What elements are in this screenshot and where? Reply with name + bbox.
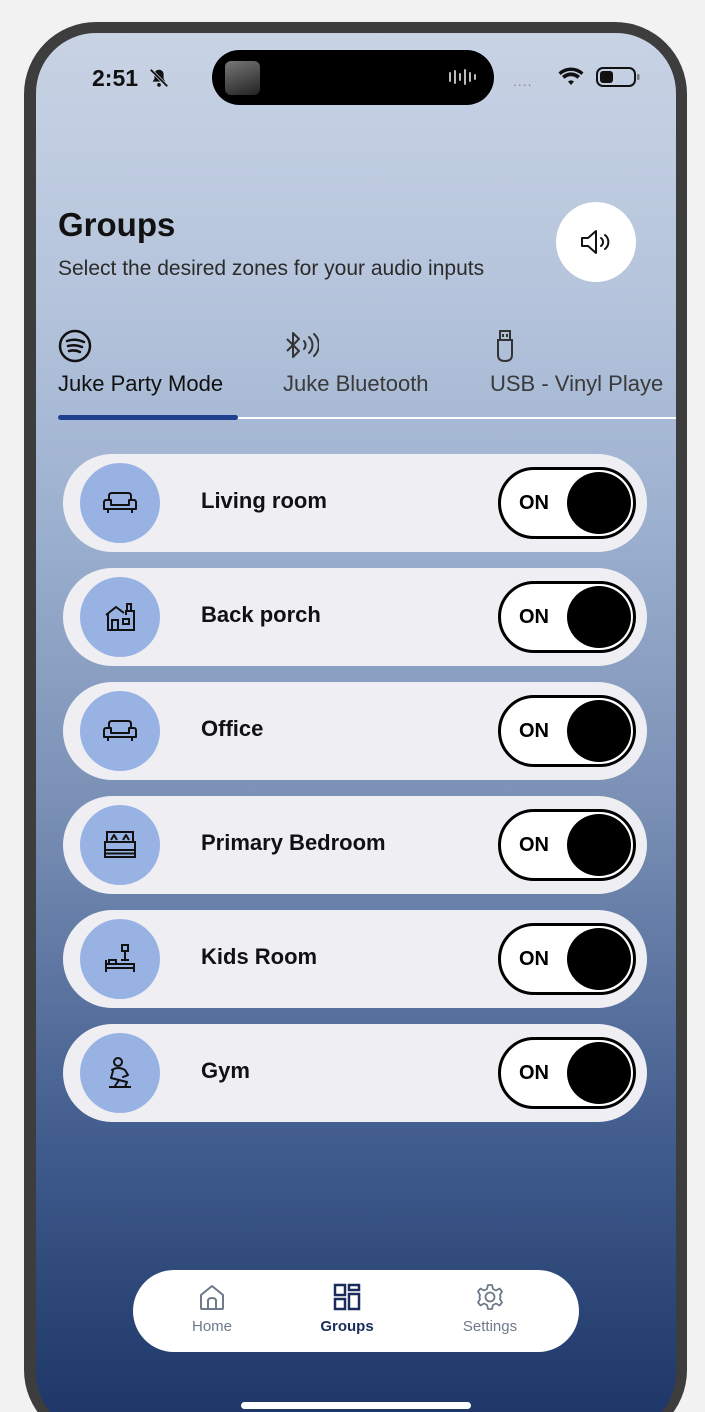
toggle-label: ON	[519, 948, 549, 970]
zone-name: Back porch	[201, 602, 321, 627]
nav-label: Settings	[462, 1318, 518, 1335]
toggle-label: ON	[519, 1062, 549, 1084]
sofa-icon	[103, 492, 137, 513]
toggle-knob	[567, 700, 631, 762]
speaker-volume-icon	[581, 230, 610, 254]
nav-groups[interactable]: Groups	[297, 1282, 397, 1344]
wifi-icon	[558, 67, 584, 85]
zone-row: Primary Bedroom ON	[63, 796, 647, 894]
zone-toggle[interactable]: ON	[498, 1037, 636, 1109]
zone-name: Gym	[201, 1058, 250, 1083]
active-tab-indicator	[58, 415, 238, 420]
settings-gear-icon	[477, 1284, 503, 1310]
page-title: Groups	[58, 206, 176, 243]
toggle-label: ON	[519, 720, 549, 742]
toggle-knob	[567, 1042, 631, 1104]
tab-usb-vinyl-player[interactable]: USB - Vinyl Playe	[490, 327, 676, 419]
zone-row: Kids Room ON	[63, 910, 647, 1008]
spotify-icon	[58, 329, 92, 363]
zone-name: Office	[201, 716, 264, 741]
bed-icon	[104, 831, 136, 858]
toggle-knob	[567, 586, 631, 648]
nav-home[interactable]: Home	[162, 1282, 262, 1344]
tab-juke-party-mode[interactable]: Juke Party Mode	[58, 327, 248, 419]
kids-bed-lamp-icon	[105, 944, 135, 972]
status-time: 2:51	[92, 65, 139, 91]
nav-label: Groups	[320, 1318, 374, 1335]
home-icon	[200, 1285, 224, 1310]
toggle-label: ON	[519, 492, 549, 514]
source-tabs: Juke Party Mode Juke Bluetooth USB - Vin…	[36, 327, 676, 420]
audio-wave-icon	[449, 69, 476, 85]
zone-toggle[interactable]: ON	[498, 467, 636, 539]
zone-row: Office ON	[63, 682, 647, 780]
battery-icon	[596, 67, 640, 87]
page-subtitle: Select the desired zones for your audio …	[58, 257, 485, 280]
groups-grid-icon	[333, 1283, 361, 1311]
nav-settings[interactable]: Settings	[440, 1282, 540, 1344]
zone-list: Living room ON Back porch ON Office ON P…	[63, 454, 647, 1138]
toggle-knob	[567, 928, 631, 990]
tab-label: USB - Vinyl Playe	[490, 371, 664, 396]
usb-icon	[497, 330, 513, 363]
bottom-nav-bar: Home Groups Settings	[133, 1270, 579, 1352]
zone-icon-badge	[80, 463, 160, 543]
zone-icon-badge	[80, 577, 160, 657]
nav-label: Home	[191, 1318, 232, 1335]
tab-label: Juke Party Mode	[58, 371, 224, 396]
signal-dots: ....	[513, 73, 533, 89]
zone-name: Kids Room	[201, 944, 318, 969]
house-porch-icon	[105, 603, 135, 631]
zone-icon-badge	[80, 919, 160, 999]
zone-name: Living room	[201, 488, 327, 513]
zone-row: Living room ON	[63, 454, 647, 552]
sofa-icon	[103, 720, 137, 741]
zone-name: Primary Bedroom	[201, 830, 386, 855]
volume-button[interactable]	[556, 202, 636, 282]
now-playing-thumbnail	[225, 61, 260, 95]
toggle-knob	[567, 814, 631, 876]
zone-toggle[interactable]: ON	[498, 581, 636, 653]
exercise-icon	[109, 1057, 131, 1088]
dynamic-island[interactable]	[212, 50, 494, 105]
zone-row: Gym ON	[63, 1024, 647, 1122]
toggle-label: ON	[519, 606, 549, 628]
zone-icon-badge	[80, 691, 160, 771]
bluetooth-audio-icon	[286, 332, 319, 358]
zone-toggle[interactable]: ON	[498, 809, 636, 881]
toggle-knob	[567, 472, 631, 534]
zone-toggle[interactable]: ON	[498, 923, 636, 995]
tab-juke-bluetooth[interactable]: Juke Bluetooth	[283, 327, 463, 419]
tab-label: Juke Bluetooth	[283, 371, 429, 396]
zone-icon-badge	[80, 1033, 160, 1113]
zone-row: Back porch ON	[63, 568, 647, 666]
zone-icon-badge	[80, 805, 160, 885]
app-screen: 2:51 .... Groups Select the desired zone…	[36, 33, 676, 1412]
bell-slash-icon	[149, 68, 169, 88]
home-indicator[interactable]	[241, 1402, 471, 1409]
toggle-label: ON	[519, 834, 549, 856]
zone-toggle[interactable]: ON	[498, 695, 636, 767]
